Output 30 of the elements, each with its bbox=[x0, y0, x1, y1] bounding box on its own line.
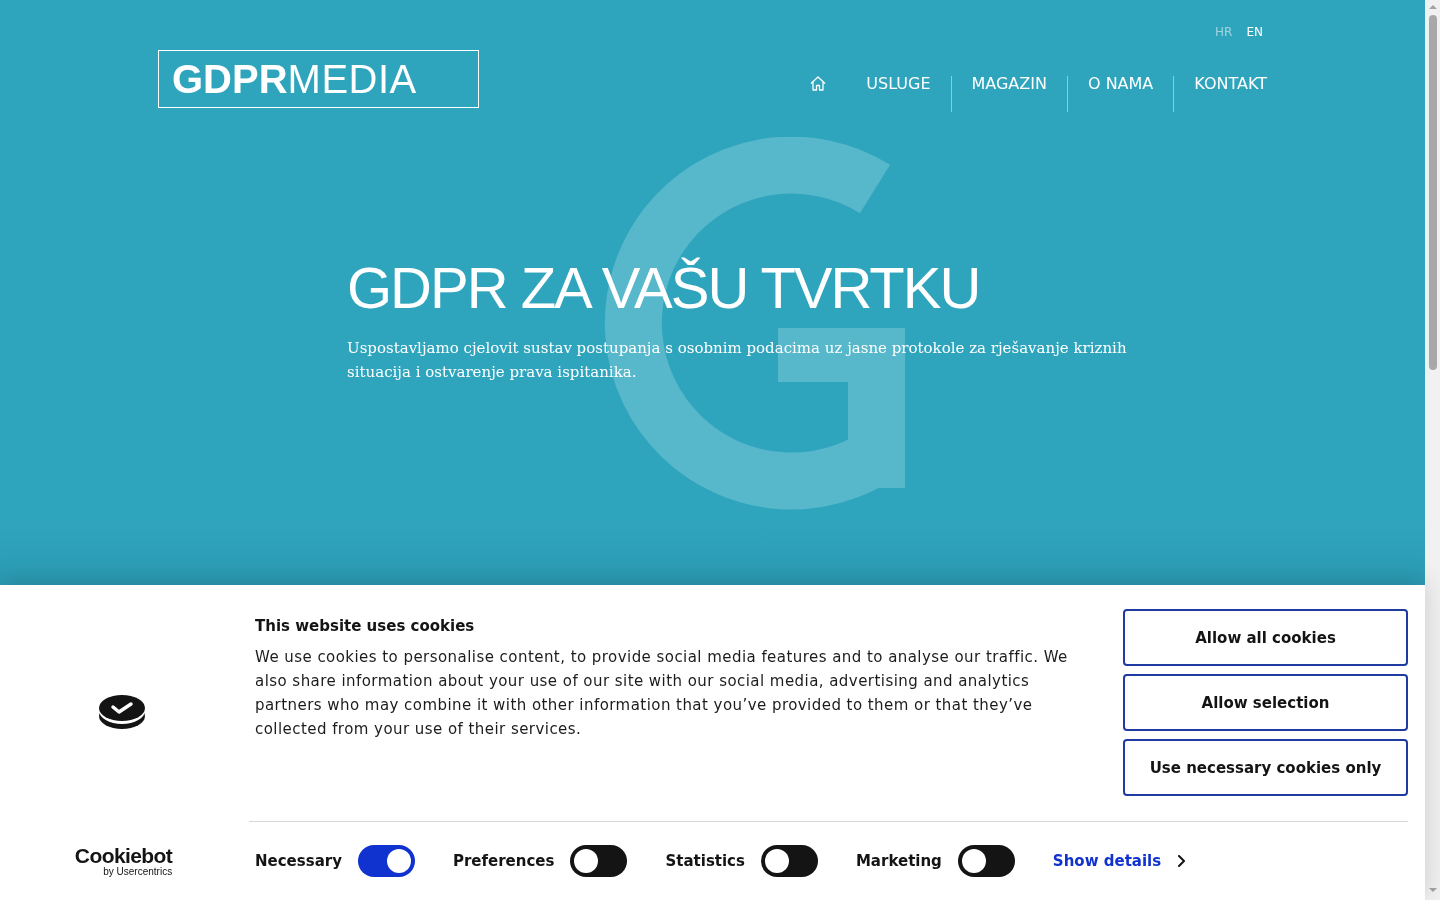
brand-name: Cookiebot bbox=[74, 844, 173, 866]
toggle-switch[interactable] bbox=[570, 845, 628, 877]
category-label: Necessary bbox=[255, 851, 342, 871]
scrollbar-thumb[interactable] bbox=[1428, 15, 1437, 370]
brand-byline: by Usercentrics bbox=[103, 865, 173, 877]
toggle-switch[interactable] bbox=[957, 845, 1015, 877]
chevron-right-icon[interactable] bbox=[1178, 855, 1186, 867]
show-details-link[interactable]: Show details bbox=[1052, 851, 1162, 871]
check-disc-icon bbox=[99, 694, 145, 730]
banner-title: This website uses cookies bbox=[255, 616, 475, 637]
category-label: Statistics bbox=[665, 851, 745, 871]
language-link[interactable]: EN bbox=[1246, 25, 1263, 39]
banner-text: We use cookies to personalise content, to provide social media features and to analyse our traffic. We also share information about your use of our site with our social media, advertising and analytics partners who may combine it with other information that you’ve provided to them or that they’ve collected from your use of their services. bbox=[255, 647, 1069, 740]
scrollbar[interactable] bbox=[1425, 0, 1440, 900]
nav-link[interactable]: O NAMA bbox=[1066, 76, 1174, 112]
home-icon[interactable] bbox=[810, 76, 827, 91]
language-link[interactable]: HR bbox=[1215, 25, 1233, 39]
hero-title: GDPR ZA VAŠU TVRTKU bbox=[347, 256, 980, 320]
toggle-switch[interactable] bbox=[357, 845, 415, 877]
consent-button[interactable]: Allow selection bbox=[1123, 674, 1408, 731]
category-label: Preferences bbox=[452, 851, 555, 871]
consent-button[interactable]: Use necessary cookies only bbox=[1123, 739, 1408, 796]
nav-link[interactable]: MAGAZIN bbox=[950, 76, 1067, 112]
hero-description: Uspostavljamo cjelovit sustav postupanja s osobnim podacima uz jasne protokole za rješavanje kriznih situacija i ostvarenje prava ispitanika. bbox=[347, 337, 1128, 383]
nav-link[interactable]: USLUGE bbox=[846, 76, 951, 112]
toggle-switch[interactable] bbox=[760, 845, 818, 877]
category-label: Marketing bbox=[855, 851, 942, 871]
logo[interactable]: GDPRMEDIA bbox=[158, 50, 479, 108]
consent-button[interactable]: Allow all cookies bbox=[1123, 609, 1408, 666]
nav-link[interactable]: KONTAKT bbox=[1173, 76, 1267, 112]
